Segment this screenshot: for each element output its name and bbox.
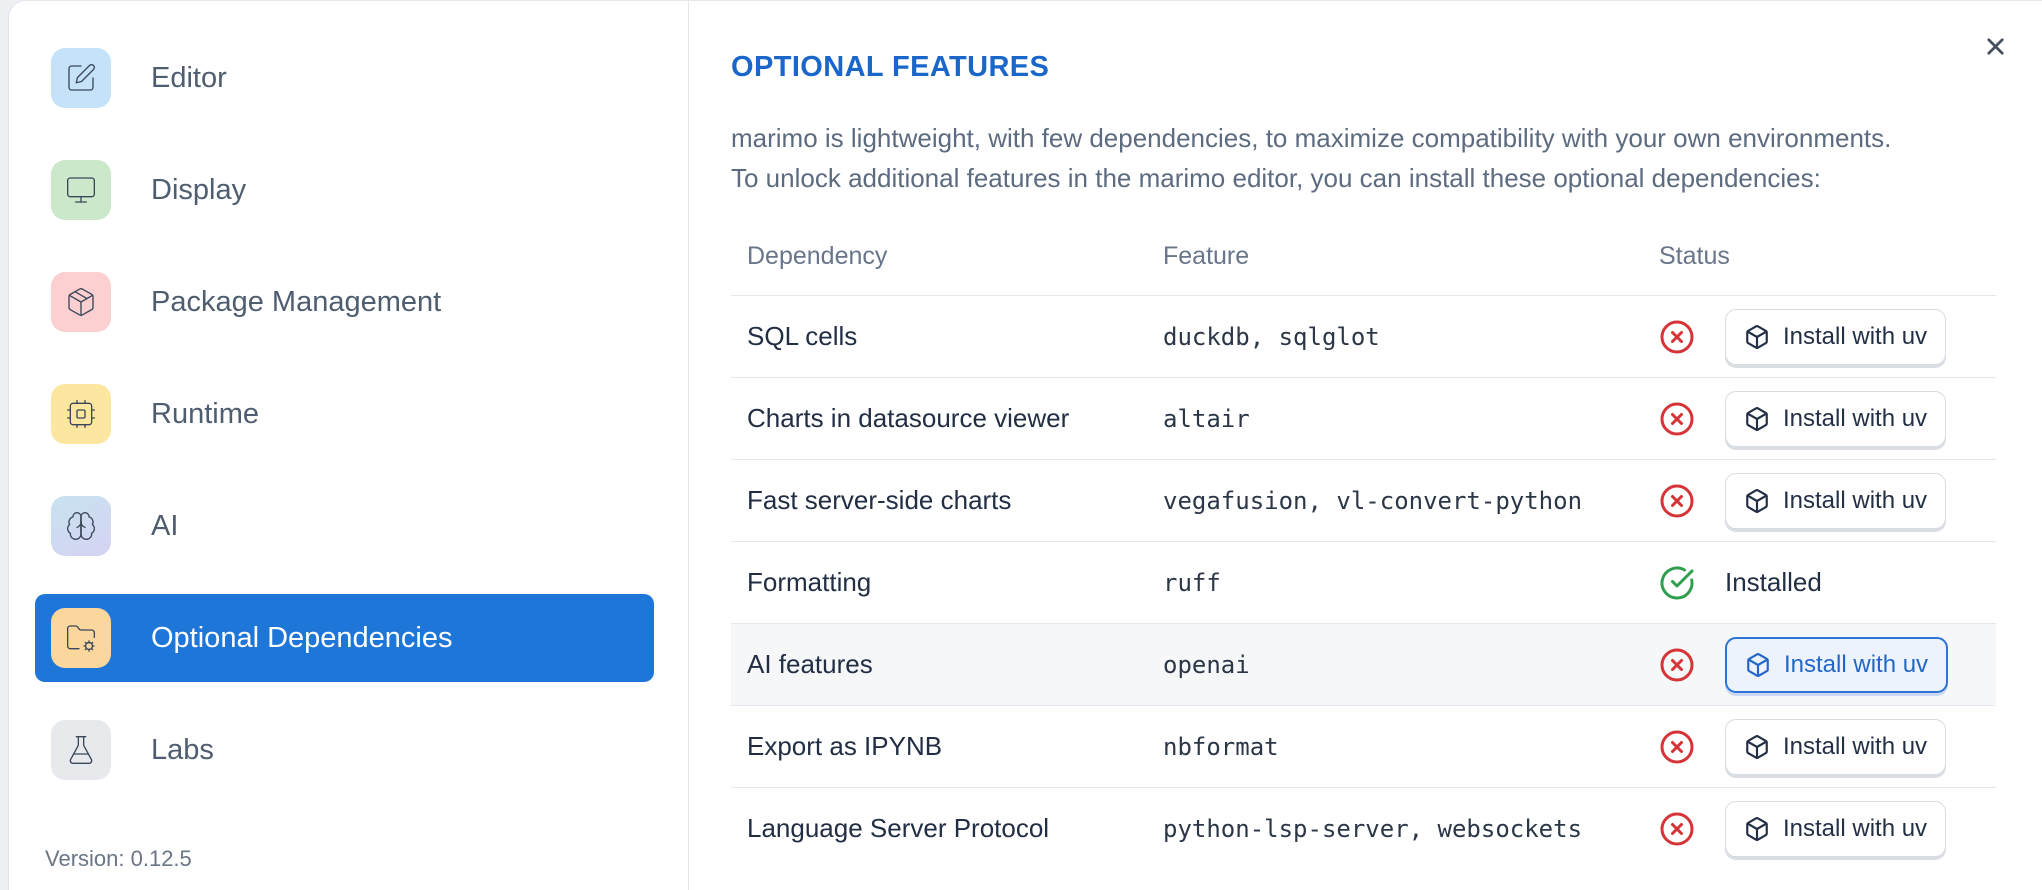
feature-packages: altair — [1147, 377, 1643, 460]
sidebar-item-optional-dependencies[interactable]: Optional Dependencies — [35, 594, 654, 682]
install-button-label: Install with uv — [1783, 732, 1928, 760]
table-row: SQL cells duckdb, sqlglot Install with u… — [731, 295, 1996, 378]
table-row: Charts in datasource viewer altair Insta… — [731, 377, 1996, 460]
box-icon — [1744, 324, 1770, 350]
feature-packages: python-lsp-server, websockets — [1163, 814, 1583, 843]
dependency-name: Charts in datasource viewer — [731, 377, 1147, 460]
feature-packages: openai — [1147, 623, 1643, 706]
folder-cog-icon — [51, 608, 111, 668]
not-installed-icon — [1659, 647, 1695, 683]
not-installed-icon — [1659, 483, 1695, 519]
feature-packages: ruff — [1147, 541, 1643, 624]
sidebar-item-label: Optional Dependencies — [151, 621, 453, 654]
table-row: Fast server-side charts vegafusion, vl-c… — [731, 459, 1996, 542]
sidebar-item-label: Runtime — [151, 397, 259, 430]
dependency-name: AI features — [731, 623, 1147, 706]
dependency-name: Formatting — [731, 541, 1147, 624]
monitor-icon — [51, 160, 111, 220]
settings-sidebar: Editor Display Package Management Runtim… — [9, 1, 689, 890]
install-with-uv-button[interactable]: Install with uv — [1725, 390, 1947, 447]
version-label: Version: 0.12.5 — [45, 846, 192, 871]
box-icon — [1744, 406, 1770, 432]
sidebar-item-label: Package Management — [151, 285, 442, 318]
flask-icon — [51, 720, 111, 780]
feature-packages: nbformat — [1147, 705, 1643, 788]
sidebar-item-runtime[interactable]: Runtime — [35, 370, 654, 458]
sidebar-item-label: AI — [151, 509, 179, 542]
column-header-status: Status — [1643, 242, 1996, 296]
table-row-highlighted: AI features openai Install with uv — [731, 623, 1996, 706]
dependencies-table: Dependency Feature Status SQL cells duck… — [731, 242, 1996, 869]
box-icon — [1744, 734, 1770, 760]
not-installed-icon — [1659, 811, 1695, 847]
table-row: Formatting ruff Installed — [731, 541, 1996, 624]
install-with-uv-button[interactable]: Install with uv — [1725, 800, 1947, 857]
sidebar-item-ai[interactable]: AI — [35, 482, 654, 570]
install-button-label: Install with uv — [1783, 404, 1928, 432]
optional-features-panel: OPTIONAL FEATURES marimo is lightweight,… — [689, 1, 2042, 890]
feature-packages: duckdb, sqlglot — [1147, 295, 1643, 378]
description-line-2: To unlock additional features in the mar… — [731, 163, 1821, 193]
install-with-uv-button-focused[interactable]: Install with uv — [1725, 636, 1949, 693]
close-icon — [1982, 33, 2009, 60]
page-title: OPTIONAL FEATURES — [731, 51, 1050, 83]
package-icon — [51, 272, 111, 332]
not-installed-icon — [1659, 729, 1695, 765]
box-icon — [1744, 488, 1770, 514]
dependency-name: Fast server-side charts — [731, 459, 1147, 542]
sidebar-item-label: Display — [151, 173, 247, 206]
feature-packages: vegafusion, vl-convert-python — [1147, 459, 1643, 542]
install-button-label: Install with uv — [1783, 814, 1928, 842]
sidebar-item-editor[interactable]: Editor — [35, 34, 654, 122]
column-header-feature: Feature — [1147, 242, 1643, 296]
sidebar-item-label: Editor — [151, 61, 227, 94]
square-pen-icon — [51, 48, 111, 108]
table-header-row: Dependency Feature Status — [731, 242, 1996, 296]
panel-description: marimo is lightweight, with few dependen… — [731, 118, 1996, 198]
close-button[interactable] — [1978, 29, 2012, 63]
sidebar-item-package-management[interactable]: Package Management — [35, 258, 654, 346]
brain-icon — [51, 496, 111, 556]
dependency-name: SQL cells — [731, 295, 1147, 378]
table-row: Language Server Protocol python-lsp-serv… — [731, 788, 1996, 870]
install-button-label: Install with uv — [1783, 486, 1928, 514]
column-header-dependency: Dependency — [731, 242, 1147, 296]
cpu-icon — [51, 384, 111, 444]
install-with-uv-button[interactable]: Install with uv — [1725, 308, 1947, 365]
install-button-label: Install with uv — [1784, 650, 1929, 678]
install-with-uv-button[interactable]: Install with uv — [1725, 472, 1947, 529]
dependency-name: Language Server Protocol — [747, 813, 1050, 843]
installed-icon — [1659, 565, 1695, 601]
sidebar-item-label: Labs — [151, 733, 214, 766]
description-line-1: marimo is lightweight, with few dependen… — [731, 123, 1892, 153]
dependency-name: Export as IPYNB — [731, 705, 1147, 788]
table-row: Export as IPYNB nbformat Install with uv — [731, 705, 1996, 788]
box-icon — [1744, 816, 1770, 842]
box-icon — [1745, 652, 1771, 678]
sidebar-item-display[interactable]: Display — [35, 146, 654, 234]
not-installed-icon — [1659, 401, 1695, 437]
not-installed-icon — [1659, 319, 1695, 355]
installed-status-label: Installed — [1725, 567, 1822, 597]
install-with-uv-button[interactable]: Install with uv — [1725, 718, 1947, 775]
sidebar-item-labs[interactable]: Labs — [35, 706, 654, 794]
settings-dialog: Editor Display Package Management Runtim… — [8, 0, 2042, 890]
install-button-label: Install with uv — [1783, 322, 1928, 350]
